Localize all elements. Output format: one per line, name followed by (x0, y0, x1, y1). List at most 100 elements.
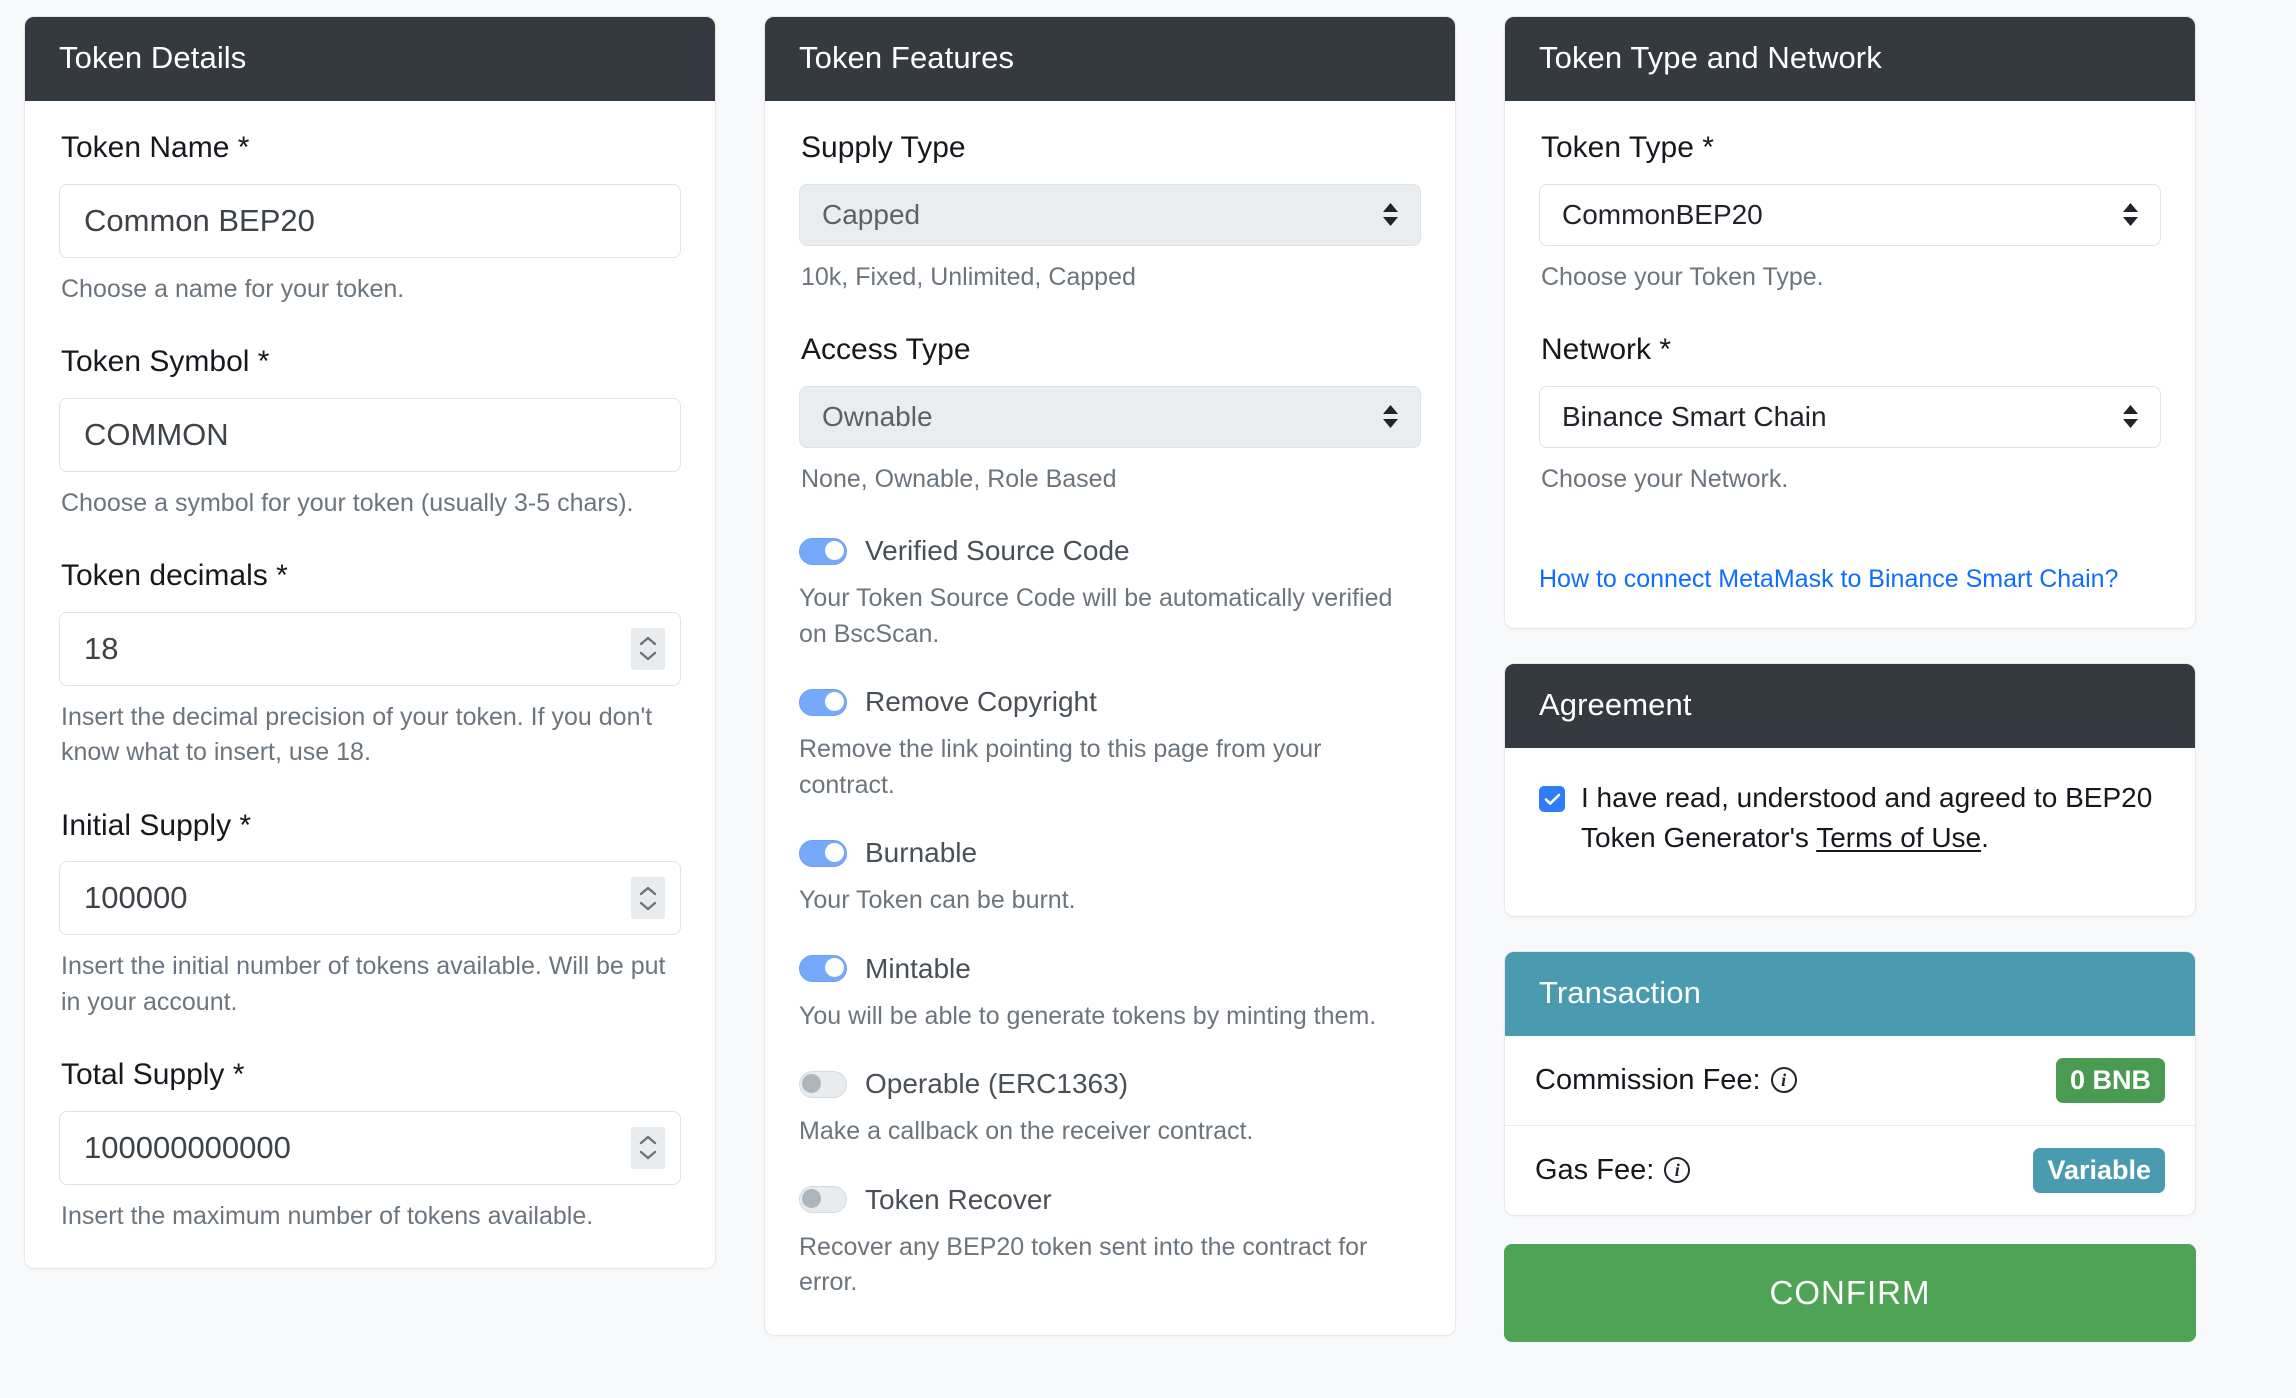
agreement-checkbox[interactable] (1539, 786, 1565, 813)
token-recover-desc: Recover any BEP20 token sent into the co… (799, 1232, 1368, 1297)
field-initial-supply: Initial Supply * 100000 Insert the initi… (59, 809, 681, 1021)
verified-source-code-switch[interactable] (799, 537, 847, 565)
caret-down-icon (2123, 216, 2138, 226)
remove-copyright-label: Remove Copyright (865, 686, 1097, 718)
access-type-helper: None, Ownable, Role Based (801, 464, 1117, 493)
burnable-switch[interactable] (799, 839, 847, 867)
toggle-remove-copyright: Remove Copyright Remove the link pointin… (799, 686, 1421, 803)
mintable-desc: You will be able to generate tokens by m… (799, 1001, 1377, 1030)
operable-desc: Make a callback on the receiver contract… (799, 1117, 1254, 1146)
token-decimals-label: Token decimals * (61, 559, 288, 593)
initial-supply-input[interactable]: 100000 (59, 861, 681, 936)
burnable-label: Burnable (865, 837, 978, 869)
chevron-down-icon[interactable] (638, 650, 658, 662)
chevron-down-icon[interactable] (638, 900, 658, 912)
toggle-mintable: Mintable You will be able to generate to… (799, 953, 1421, 1035)
initial-supply-stepper[interactable] (631, 877, 665, 920)
mintable-label: Mintable (865, 952, 971, 984)
agreement-card: Agreement I have read, understood and ag… (1504, 663, 2196, 917)
network-select[interactable]: Binance Smart Chain (1539, 385, 2161, 448)
select-arrows-icon (1382, 404, 1399, 429)
token-name-input[interactable]: Common BEP20 (59, 183, 681, 258)
gas-fee-label-group: Gas Fee: i (1535, 1153, 1691, 1187)
verified-source-code-desc: Your Token Source Code will be automatic… (799, 584, 1393, 648)
field-access-type: Access Type Ownable None, Ownable, Role … (799, 333, 1421, 497)
access-type-select[interactable]: Ownable (799, 385, 1421, 448)
remove-copyright-desc: Remove the link pointing to this page fr… (799, 735, 1322, 799)
agreement-title: Agreement (1505, 664, 2195, 749)
toggle-operable: Operable (ERC1363) Make a callback on th… (799, 1068, 1421, 1150)
token-features-title: Token Features (765, 17, 1455, 102)
token-type-helper: Choose your Token Type. (1541, 262, 1824, 291)
transaction-card: Transaction Commission Fee: i 0 BNB Gas … (1504, 950, 2196, 1216)
token-name-label: Token Name * (61, 131, 250, 165)
chevron-up-icon[interactable] (638, 885, 658, 897)
operable-label: Operable (ERC1363) (865, 1068, 1129, 1100)
confirm-button[interactable]: CONFIRM (1504, 1243, 2196, 1342)
supply-type-select[interactable]: Capped (799, 183, 1421, 246)
token-generator-page: Token Details Token Name * Common BEP20 … (0, 0, 2296, 1398)
commission-fee-row: Commission Fee: i 0 BNB (1505, 1036, 2195, 1126)
info-icon[interactable]: i (1770, 1067, 1797, 1094)
gas-fee-label: Gas Fee: (1535, 1153, 1655, 1186)
burnable-desc: Your Token can be burnt. (799, 886, 1076, 915)
chevron-down-icon[interactable] (638, 1149, 658, 1161)
token-details-body: Token Name * Common BEP20 Choose a name … (25, 101, 715, 1268)
token-recover-switch[interactable] (799, 1186, 847, 1214)
agreement-row: I have read, understood and agreed to BE… (1539, 778, 2161, 858)
token-features-card: Token Features Supply Type Capped 10k, F… (764, 16, 1456, 1336)
select-arrows-icon (1382, 202, 1399, 227)
field-token-type: Token Type * CommonBEP20 Choose your Tok… (1539, 131, 2161, 295)
commission-fee-badge: 0 BNB (2055, 1057, 2165, 1103)
caret-down-icon (1383, 216, 1398, 226)
caret-up-icon (1383, 202, 1398, 212)
field-network: Network * Binance Smart Chain Choose you… (1539, 333, 2161, 497)
info-icon[interactable]: i (1664, 1157, 1691, 1184)
column-type-network: Token Type and Network Token Type * Comm… (1480, 16, 2220, 1398)
mintable-switch[interactable] (799, 955, 847, 983)
token-type-label: Token Type * (1541, 131, 1714, 165)
network-helper: Choose your Network. (1541, 464, 1789, 493)
total-supply-input[interactable]: 100000000000 (59, 1110, 681, 1185)
caret-up-icon (2123, 202, 2138, 212)
transaction-rows: Commission Fee: i 0 BNB Gas Fee: i Varia… (1505, 1036, 2195, 1215)
network-label: Network * (1541, 333, 1672, 367)
metamask-help-link[interactable]: How to connect MetaMask to Binance Smart… (1539, 565, 2118, 594)
commission-fee-label: Commission Fee: (1535, 1063, 1761, 1096)
agreement-body: I have read, understood and agreed to BE… (1505, 748, 2195, 916)
agreement-text: I have read, understood and agreed to BE… (1581, 778, 2161, 858)
gas-fee-badge: Variable (2033, 1147, 2165, 1193)
token-type-select[interactable]: CommonBEP20 (1539, 183, 2161, 246)
token-symbol-helper: Choose a symbol for your token (usually … (61, 488, 634, 517)
caret-down-icon (2123, 418, 2138, 428)
chevron-up-icon[interactable] (638, 1134, 658, 1146)
column-token-details: Token Details Token Name * Common BEP20 … (0, 16, 740, 1398)
operable-switch[interactable] (799, 1070, 847, 1098)
supply-type-label: Supply Type (801, 131, 966, 165)
token-decimals-input[interactable]: 18 (59, 611, 681, 686)
select-arrows-icon (2122, 404, 2139, 429)
token-symbol-input[interactable]: COMMON (59, 397, 681, 472)
token-decimals-stepper[interactable] (631, 627, 665, 670)
transaction-title: Transaction (1505, 951, 2195, 1036)
field-token-symbol: Token Symbol * COMMON Choose a symbol fo… (59, 345, 681, 521)
chevron-up-icon[interactable] (638, 635, 658, 647)
field-supply-type: Supply Type Capped 10k, Fixed, Unlimited… (799, 131, 1421, 295)
total-supply-stepper[interactable] (631, 1126, 665, 1169)
token-features-body: Supply Type Capped 10k, Fixed, Unlimited… (765, 101, 1455, 1335)
toggle-burnable: Burnable Your Token can be burnt. (799, 837, 1421, 919)
commission-fee-label-group: Commission Fee: i (1535, 1064, 1797, 1097)
terms-of-use-link[interactable]: Terms of Use (1816, 822, 1981, 853)
token-symbol-label: Token Symbol * (61, 345, 270, 379)
token-type-network-body: Token Type * CommonBEP20 Choose your Tok… (1505, 101, 2195, 628)
toggle-verified-source-code: Verified Source Code Your Token Source C… (799, 535, 1421, 652)
total-supply-helper: Insert the maximum number of tokens avai… (61, 1201, 594, 1230)
caret-up-icon (2123, 404, 2138, 414)
remove-copyright-switch[interactable] (799, 688, 847, 716)
caret-up-icon (1383, 404, 1398, 414)
gas-fee-row: Gas Fee: i Variable (1505, 1126, 2195, 1215)
toggle-token-recover: Token Recover Recover any BEP20 token se… (799, 1184, 1421, 1301)
token-type-network-title: Token Type and Network (1505, 17, 2195, 102)
supply-type-helper: 10k, Fixed, Unlimited, Capped (801, 262, 1136, 291)
total-supply-label: Total Supply * (61, 1058, 245, 1092)
